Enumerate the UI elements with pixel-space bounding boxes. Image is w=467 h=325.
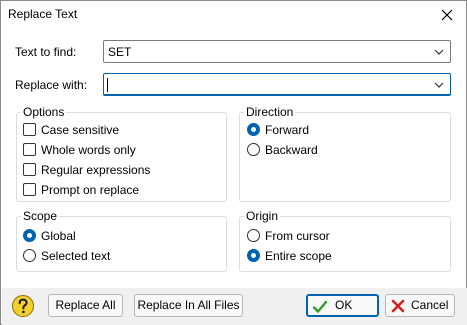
origin-group-title: Origin: [244, 209, 281, 223]
replace-in-all-files-button[interactable]: Replace In All Files: [134, 294, 243, 317]
radio-button[interactable]: [247, 123, 260, 136]
checkbox-label: Regular expressions: [41, 163, 151, 177]
find-combobox[interactable]: SET: [103, 40, 451, 63]
whole-words-checkbox[interactable]: Whole words only: [23, 142, 223, 158]
scope-group-title: Scope: [21, 209, 60, 223]
replace-combobox[interactable]: [103, 73, 451, 96]
cancel-button[interactable]: Cancel: [385, 294, 455, 317]
replace-text-dialog: Replace Text Text to find: SET Replace w…: [0, 0, 467, 325]
backward-radio[interactable]: Backward: [247, 142, 447, 158]
options-group-title: Options: [21, 105, 67, 119]
forward-radio[interactable]: Forward: [247, 122, 447, 138]
replace-all-button[interactable]: Replace All: [48, 294, 123, 317]
ok-button[interactable]: OK: [306, 294, 379, 317]
cross-icon: [391, 299, 405, 313]
radio-label: Entire scope: [265, 249, 332, 263]
selected-text-radio[interactable]: Selected text: [23, 248, 223, 264]
radio-button[interactable]: [247, 249, 260, 262]
find-input[interactable]: SET: [108, 45, 131, 59]
chevron-down-icon[interactable]: [434, 81, 444, 89]
radio-label: Backward: [265, 143, 318, 157]
global-radio[interactable]: Global: [23, 228, 223, 244]
checkbox-box[interactable]: [23, 123, 36, 136]
checkbox-box[interactable]: [23, 143, 36, 156]
cancel-label: Cancel: [411, 298, 449, 312]
checkbox-label: Whole words only: [41, 143, 136, 157]
text-cursor: [107, 78, 108, 92]
radio-label: Selected text: [41, 249, 111, 263]
help-question-icon[interactable]: [11, 294, 35, 318]
close-icon[interactable]: [439, 7, 455, 23]
from-cursor-radio[interactable]: From cursor: [247, 228, 447, 244]
radio-label: Forward: [265, 123, 310, 137]
checkbox-box[interactable]: [23, 183, 36, 196]
checkmark-icon: [312, 300, 328, 313]
direction-group-title: Direction: [244, 105, 296, 119]
radio-button[interactable]: [23, 229, 36, 242]
regular-expressions-checkbox[interactable]: Regular expressions: [23, 162, 223, 178]
prompt-on-replace-checkbox[interactable]: Prompt on replace: [23, 182, 223, 198]
checkbox-box[interactable]: [23, 163, 36, 176]
chevron-down-icon[interactable]: [434, 48, 444, 56]
case-sensitive-checkbox[interactable]: Case sensitive: [23, 122, 223, 138]
find-label: Text to find:: [15, 45, 77, 59]
radio-label: From cursor: [265, 229, 330, 243]
dialog-title: Replace Text: [8, 7, 78, 21]
replace-all-label: Replace All: [55, 298, 116, 312]
replace-in-all-files-label: Replace In All Files: [137, 298, 240, 312]
checkbox-label: Case sensitive: [41, 123, 120, 137]
title-bar: Replace Text: [1, 1, 466, 29]
radio-button[interactable]: [23, 249, 36, 262]
replace-label: Replace with:: [15, 78, 88, 92]
checkbox-label: Prompt on replace: [41, 183, 140, 197]
radio-button[interactable]: [247, 143, 260, 156]
radio-label: Global: [41, 229, 76, 243]
radio-button[interactable]: [247, 229, 260, 242]
ok-label: OK: [335, 298, 353, 312]
entire-scope-radio[interactable]: Entire scope: [247, 248, 447, 264]
